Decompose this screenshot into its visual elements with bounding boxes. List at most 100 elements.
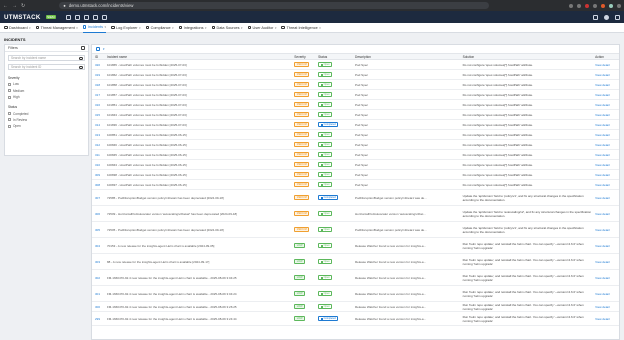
menu-item-incidents[interactable]: Incidents ▾ (82, 23, 107, 33)
incident-id[interactable]: 304 (92, 244, 104, 248)
table-row[interactable]: 300 FM-1660470-92.4 new release for the i… (92, 302, 619, 312)
incident-name[interactable]: 100845 - HostPath volumes must be forbid… (104, 153, 291, 157)
status-badge[interactable]: Completed (318, 121, 339, 128)
view-detail-link[interactable]: View detail (592, 183, 619, 187)
incident-name[interactable]: 101865 - HostPath volumes must be forbid… (104, 63, 291, 67)
table-row[interactable]: 311 100845 - HostPath volumes must be for… (92, 150, 619, 160)
view-detail-link[interactable]: View detail (592, 173, 619, 177)
table-row[interactable]: 314 101836 - HostPath volumes must be for… (92, 120, 619, 130)
alerts-icon[interactable] (75, 14, 80, 20)
incident-id[interactable]: 315 (92, 113, 104, 117)
status-badge[interactable]: Open (318, 61, 333, 68)
extension-icon[interactable] (601, 3, 605, 8)
status-badge[interactable]: Open (318, 303, 333, 310)
view-detail-link[interactable]: View detail (592, 153, 619, 157)
checkbox-box[interactable] (8, 124, 11, 128)
incident-id[interactable]: 300 (92, 305, 104, 309)
view-detail-link[interactable]: View detail (592, 63, 619, 67)
incident-name[interactable]: 101851 - HostPath volumes must be forbid… (104, 103, 291, 107)
severity-checkbox[interactable]: High (8, 95, 85, 99)
table-row[interactable]: 303 88 - A new release for the insights-a… (92, 254, 619, 270)
incident-id[interactable]: 319 (92, 73, 104, 77)
status-checkbox[interactable]: In Review (8, 118, 85, 122)
reports-icon[interactable] (84, 14, 89, 20)
table-row[interactable]: 304 70153 - A new release for the insight… (92, 238, 619, 254)
extension-icon[interactable] (593, 3, 597, 8)
table-row[interactable]: 309 100838 - HostPath volumes must be for… (92, 170, 619, 180)
menu-item-threat-intelligence[interactable]: Threat Intelligence ▾ (281, 26, 321, 30)
incident-id[interactable]: 316 (92, 103, 104, 107)
chevron-down-icon[interactable]: ▾ (103, 47, 105, 51)
view-detail-link[interactable]: View detail (592, 260, 619, 264)
view-detail-link[interactable]: View detail (592, 83, 619, 87)
incident-id[interactable]: 303 (92, 260, 104, 264)
view-detail-link[interactable]: View detail (592, 123, 619, 127)
table-row[interactable]: 320 101865 - HostPath volumes must be for… (92, 60, 619, 70)
status-badge[interactable]: Open (318, 101, 333, 108)
incident-id[interactable]: 318 (92, 83, 104, 87)
incident-id[interactable]: 306 (92, 212, 104, 216)
incident-name[interactable]: FM-1660470-92.4 new release for the insi… (104, 292, 291, 296)
address-bar[interactable]: ● demo.utmstack.com/incidents/view (59, 2, 490, 9)
incident-id[interactable]: 309 (92, 173, 104, 177)
col-status[interactable]: Status (315, 55, 352, 59)
extension-icon[interactable] (577, 3, 581, 8)
status-badge[interactable]: Open (318, 131, 333, 138)
incident-name[interactable]: 101857 - HostPath volumes must be forbid… (104, 93, 291, 97)
menu-item-compliance[interactable]: Compliance ▾ (145, 26, 174, 30)
status-badge[interactable]: Open (318, 242, 333, 249)
incident-name[interactable]: 101843 - HostPath volumes must be forbid… (104, 113, 291, 117)
view-detail-link[interactable]: View detail (592, 292, 619, 296)
col-id[interactable]: ID (92, 55, 104, 59)
incident-id[interactable]: 314 (92, 123, 104, 127)
view-detail-link[interactable]: View detail (592, 317, 619, 321)
incident-id[interactable]: 305 (92, 228, 104, 232)
table-row[interactable]: 306 72509 - HorizontalPodAutoscaler versi… (92, 206, 619, 222)
incident-name[interactable]: 101858 - HostPath volumes must be forbid… (104, 83, 291, 87)
menu-item-threat-management[interactable]: Threat Management ▾ (35, 26, 78, 30)
status-badge[interactable]: Completed (318, 315, 339, 322)
incident-name[interactable]: 72509 - HorizontalPodAutoscaler version … (104, 212, 291, 216)
incident-id[interactable]: 310 (92, 163, 104, 167)
table-row[interactable]: 299 FM-1660470-92.4 new release for the i… (92, 312, 619, 326)
incident-id[interactable]: 301 (92, 292, 104, 296)
incident-name[interactable]: 101862 - HostPath volumes must be forbid… (104, 73, 291, 77)
incident-name[interactable]: 100837 - HostPath volumes must be forbid… (104, 183, 291, 187)
status-badge[interactable]: Open (318, 226, 333, 233)
incident-name[interactable]: 72505 - PodDisruptionBudget version poli… (104, 228, 291, 232)
view-detail-link[interactable]: View detail (592, 143, 619, 147)
incident-id[interactable]: 299 (92, 317, 104, 321)
incident-id[interactable]: 308 (92, 183, 104, 187)
back-icon[interactable]: ← (3, 3, 8, 9)
status-badge[interactable]: Open (318, 111, 333, 118)
table-row[interactable]: 317 101857 - HostPath volumes must be for… (92, 90, 619, 100)
status-badge[interactable]: Open (318, 274, 333, 281)
col-severity[interactable]: Severity (291, 55, 315, 59)
col-solution[interactable]: Solution (460, 55, 592, 59)
incident-name[interactable]: FM-1660470-92.4 new release for the insi… (104, 276, 291, 280)
incident-id[interactable]: 311 (92, 153, 104, 157)
menu-item-data-sources[interactable]: Data Sources ▾ (211, 26, 243, 30)
view-detail-link[interactable]: View detail (592, 133, 619, 137)
incident-name[interactable]: FM-1660470-92.4 new release for the insi… (104, 317, 291, 321)
table-row[interactable]: 315 101843 - HostPath volumes must be for… (92, 110, 619, 120)
incident-id[interactable]: 302 (92, 276, 104, 280)
view-detail-link[interactable]: View detail (592, 103, 619, 107)
table-row[interactable]: 310 100843 - HostPath volumes must be for… (92, 160, 619, 170)
checkbox-box[interactable] (8, 82, 11, 86)
checkbox-box[interactable] (8, 95, 11, 99)
status-badge[interactable]: Open (318, 181, 333, 188)
search-icon[interactable] (79, 57, 83, 61)
notification-icon[interactable] (593, 14, 598, 20)
status-badge[interactable]: Open (318, 258, 333, 265)
incident-name[interactable]: FM-1660470-92.4 new release for the insi… (104, 305, 291, 309)
incident-id[interactable]: 317 (92, 93, 104, 97)
incident-id[interactable]: 320 (92, 63, 104, 67)
status-badge[interactable]: Open (318, 151, 333, 158)
status-badge[interactable]: Open (318, 210, 333, 217)
status-badge[interactable]: Open (318, 141, 333, 148)
status-badge[interactable]: Completed (318, 194, 339, 201)
extension-icon[interactable] (569, 3, 573, 8)
status-checkbox[interactable]: Open (8, 124, 85, 128)
table-row[interactable]: 312 100846 - HostPath volumes must be for… (92, 140, 619, 150)
